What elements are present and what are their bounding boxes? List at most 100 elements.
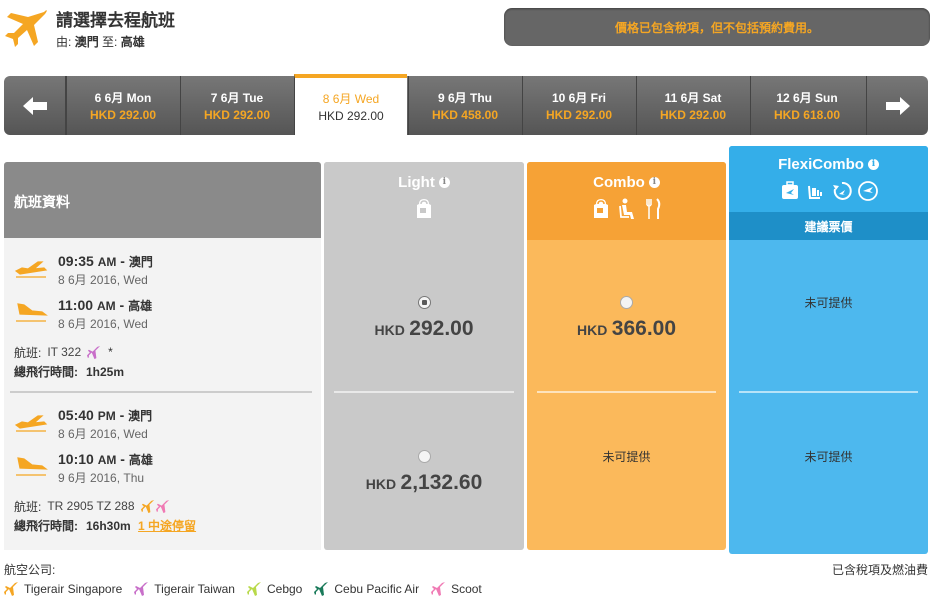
tigerair-singapore-icon	[4, 582, 18, 596]
departure-date: 8 6月 2016, Wed	[58, 427, 148, 441]
date-tab[interactable]: 7 6月 Tue HKD 292.00	[180, 76, 293, 135]
carry-on-bag-icon	[417, 199, 431, 218]
date-label: 8 6月 Wed	[322, 92, 380, 106]
fare-column-flexicombo: FlexiCombo i 建議票價 未可提供 未可提供	[729, 146, 928, 554]
arrival-city: 高雄	[128, 453, 153, 467]
airplane-icon	[5, 10, 47, 47]
duration-value: 1h25m	[86, 365, 125, 379]
tigerair-singapore-icon	[140, 499, 154, 513]
date-tab-selected[interactable]: 8 6月 Wed HKD 292.00	[294, 74, 407, 135]
flight-segment: 05:40 PM - 澳門 8 6月 2016, Wed 10:10 AM - …	[14, 407, 314, 534]
date-price: HKD 292.00	[318, 109, 384, 123]
to-label: 至:	[102, 35, 118, 49]
flight-number-row: 航班: IT 322 *	[14, 341, 314, 363]
legend-item: Tigerair Singapore	[4, 581, 122, 597]
date-tab[interactable]: 9 6月 Thu HKD 458.00	[408, 76, 521, 135]
scoot-icon	[155, 499, 169, 513]
arrival-ampm: AM	[97, 453, 117, 467]
legend-item: Scoot	[431, 581, 482, 597]
date-label: 12 6月 Sun	[776, 91, 838, 105]
duration-label: 總飛行時間:	[14, 519, 78, 533]
arrival-row: 10:10 AM - 高雄 9 6月 2016, Thu	[14, 451, 314, 495]
arrival-row: 11:00 AM - 高雄 8 6月 2016, Wed	[14, 297, 314, 341]
info-icon[interactable]: i	[648, 177, 660, 188]
legend-item: Cebu Pacific Air	[314, 581, 419, 597]
legend-item: Tigerair Taiwan	[134, 581, 235, 597]
airline-name: Tigerair Singapore	[24, 582, 123, 596]
landing-icon	[16, 303, 48, 322]
row-divider	[537, 391, 716, 393]
date-price: HKD 292.00	[203, 108, 271, 122]
airline-name: Cebgo	[266, 582, 303, 596]
date-price: HKD 292.00	[659, 108, 727, 122]
fare-unavailable: 未可提供	[804, 296, 853, 310]
tigerair-taiwan-icon	[134, 582, 149, 596]
price-notice: 價格已包含稅項，但不包括預約費用。	[504, 8, 930, 46]
fare-cell: HKD 292.00	[324, 296, 524, 341]
takeoff-icon	[14, 261, 48, 278]
departure-time: 09:35	[58, 253, 94, 269]
origin-city: 澳門	[74, 35, 99, 49]
flight-label: 航班:	[14, 499, 42, 514]
arrival-ampm: AM	[96, 299, 116, 313]
fare-name: FlexiCombo	[778, 156, 864, 173]
arrow-left-icon	[22, 96, 47, 115]
seat-icon	[618, 198, 634, 219]
change-flight-icon	[832, 181, 852, 200]
segment-divider	[10, 391, 312, 393]
departure-row: 05:40 PM - 澳門 8 6月 2016, Wed	[14, 407, 314, 451]
airline-legend: Tigerair Singapore Tigerair Taiwan Cebgo…	[4, 581, 482, 597]
date-label: 7 6月 Tue	[210, 91, 264, 105]
tigerair-taiwan-icon	[87, 345, 101, 359]
meal-icon	[645, 198, 660, 219]
arrival-time: 10:10	[58, 451, 94, 467]
route-summary: 由: 澳門 至: 高雄	[56, 33, 145, 50]
date-tab[interactable]: 11 6月 Sat HKD 292.00	[636, 76, 749, 135]
date-label: 9 6月 Thu	[437, 91, 492, 105]
fare-header-light: Light i	[324, 162, 524, 240]
airline-name: Cebu Pacific Air	[334, 582, 420, 596]
fare-radio[interactable]	[620, 296, 633, 309]
date-tab[interactable]: 12 6月 Sun HKD 618.00	[750, 76, 863, 135]
date-label: 11 6月 Sat	[664, 91, 722, 105]
date-label: 6 6月 Mon	[94, 91, 152, 105]
departure-row: 09:35 AM - 澳門 8 6月 2016, Wed	[14, 253, 314, 297]
carry-on-bag-icon	[593, 199, 608, 218]
fare-radio-selected[interactable]	[417, 296, 431, 309]
fare-cell: HKD 366.00	[527, 296, 726, 341]
arrival-city: 高雄	[128, 299, 153, 313]
date-price: HKD 458.00	[431, 108, 499, 122]
page-title: 請選擇去程航班	[56, 11, 175, 30]
next-dates-button[interactable]	[866, 76, 928, 135]
date-label: 10 6月 Fri	[551, 91, 607, 105]
flight-note: *	[108, 345, 113, 359]
arrival-time: 11:00	[58, 297, 94, 313]
flight-number: TR 2905 TZ 288	[47, 499, 135, 513]
fare-radio[interactable]	[417, 450, 431, 463]
airline-name: Scoot	[451, 582, 482, 596]
airline-name: Tigerair Taiwan	[154, 582, 235, 596]
flight-number-row: 航班: TR 2905 TZ 288	[14, 495, 314, 517]
recommended-fare-badge: 建議票價	[729, 212, 928, 240]
from-label: 由:	[56, 35, 72, 49]
info-icon[interactable]: i	[438, 177, 450, 188]
price-amount: 2,132.60	[400, 471, 483, 494]
price-amount: 366.00	[611, 317, 677, 340]
flight-label: 航班:	[14, 345, 42, 360]
fare-name: Combo	[593, 174, 645, 191]
date-tab[interactable]: 10 6月 Fri HKD 292.00	[522, 76, 635, 135]
departure-date: 8 6月 2016, Wed	[58, 273, 148, 287]
date-price: HKD 292.00	[89, 108, 157, 122]
previous-dates-button[interactable]	[4, 76, 66, 135]
departure-city: 澳門	[128, 255, 153, 269]
price-currency: HKD	[374, 322, 405, 338]
seat-legroom-icon	[807, 185, 822, 199]
destination-city: 高雄	[120, 35, 145, 49]
airlines-label: 航空公司:	[4, 563, 56, 577]
stopover-link[interactable]: 1 中途停留	[138, 519, 196, 533]
fare-header-combo: Combo i	[527, 162, 726, 240]
duration-label: 總飛行時間:	[14, 365, 78, 379]
date-tab[interactable]: 6 6月 Mon HKD 292.00	[66, 76, 179, 135]
info-icon[interactable]: i	[867, 159, 879, 170]
duration-row: 總飛行時間: 16h30m 1 中途停留	[14, 517, 314, 534]
